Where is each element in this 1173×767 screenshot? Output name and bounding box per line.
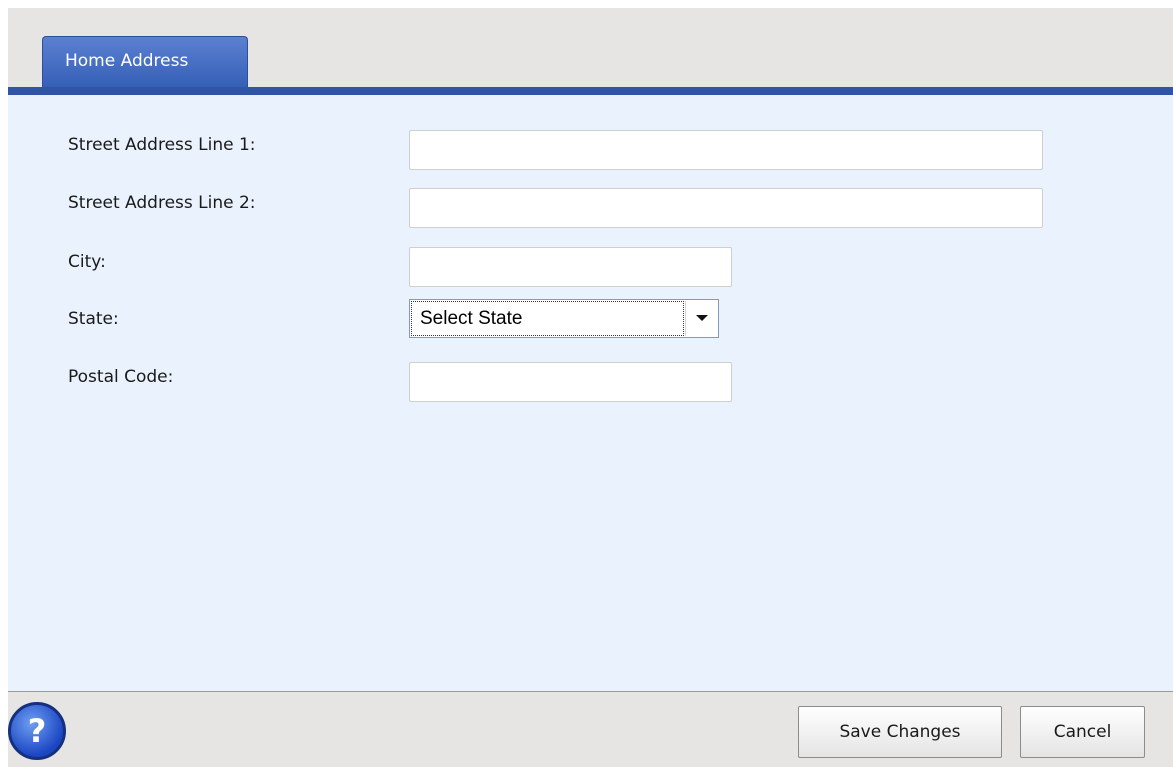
street-line-2-input[interactable] — [409, 188, 1043, 228]
street-line-1-input[interactable] — [409, 130, 1043, 170]
help-icon[interactable]: ? — [8, 702, 66, 760]
street-line-2-label: Street Address Line 2: — [68, 193, 256, 213]
state-label: State: — [68, 309, 119, 329]
postal-code-label: Postal Code: — [68, 367, 174, 387]
tab-strip: Home Address — [8, 8, 1173, 87]
city-input[interactable] — [409, 247, 732, 287]
help-question-mark: ? — [27, 712, 47, 750]
save-changes-button[interactable]: Save Changes — [798, 706, 1002, 758]
postal-code-input[interactable] — [409, 362, 732, 402]
cancel-button[interactable]: Cancel — [1020, 706, 1145, 758]
address-dialog: Home Address Street Address Line 1: Stre… — [8, 8, 1173, 767]
dialog-footer: ? Save Changes Cancel — [8, 691, 1173, 767]
state-select[interactable]: Select State — [409, 299, 719, 338]
tab-divider — [8, 87, 1173, 95]
street-line-1-label: Street Address Line 1: — [68, 135, 256, 155]
tab-home-address[interactable]: Home Address — [42, 36, 248, 87]
chevron-down-icon[interactable] — [685, 301, 717, 336]
city-label: City: — [68, 252, 106, 272]
state-select-value: Select State — [411, 301, 684, 336]
address-form: Street Address Line 1: Street Address Li… — [8, 95, 1173, 691]
